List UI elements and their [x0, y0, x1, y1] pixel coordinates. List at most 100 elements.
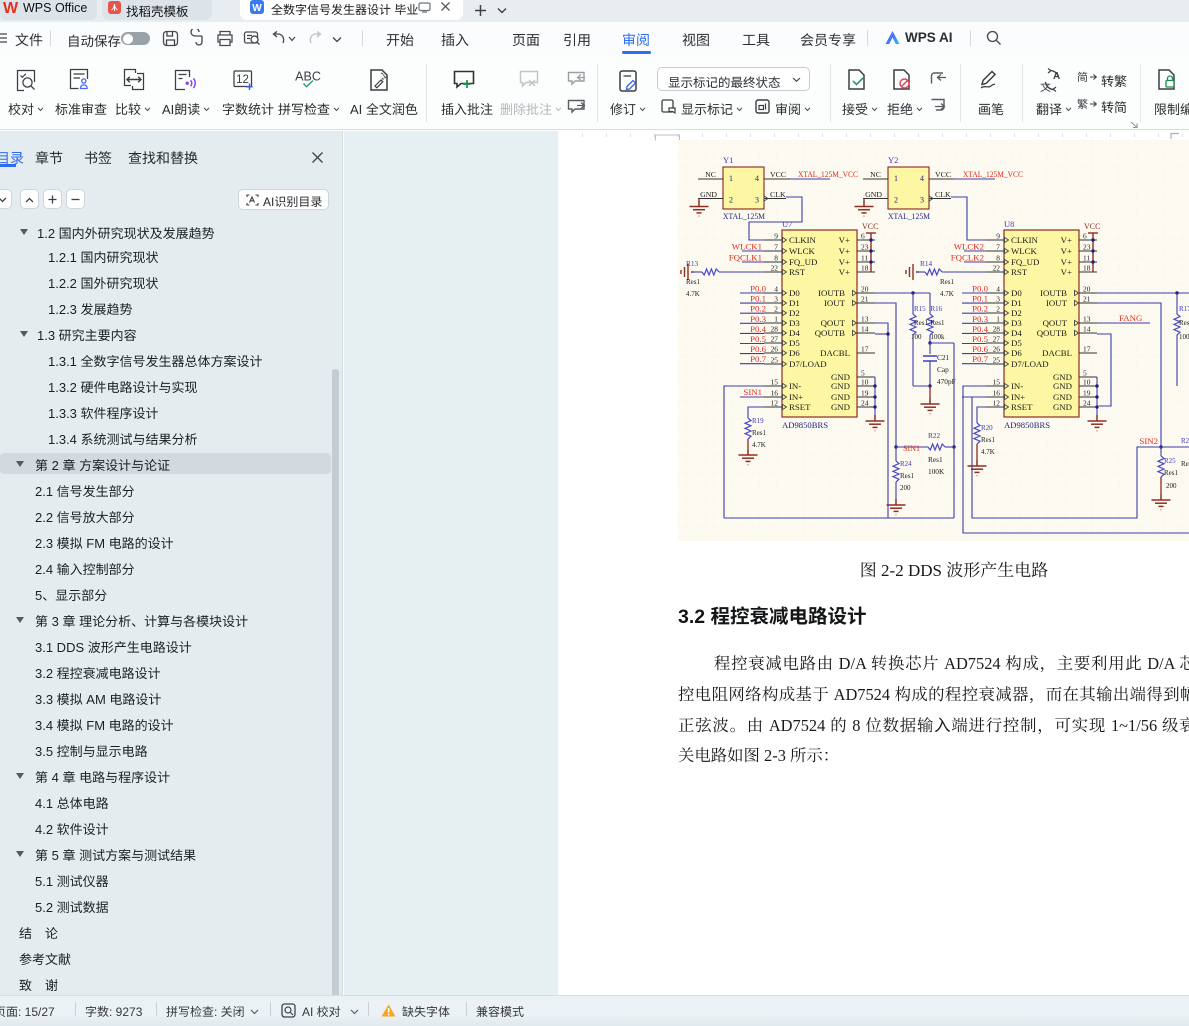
svg-text:VCC: VCC	[935, 170, 951, 179]
svg-text:26: 26	[993, 345, 1001, 354]
svg-text:IOUTB: IOUTB	[818, 288, 845, 298]
svg-text:Y1: Y1	[723, 155, 733, 165]
svg-text:SIN1: SIN1	[903, 444, 920, 453]
svg-text:RSET: RSET	[1011, 402, 1033, 412]
svg-text:繁: 繁	[1077, 97, 1088, 111]
svg-text:IN-: IN-	[789, 381, 801, 391]
svg-text:P0.2: P0.2	[750, 304, 766, 314]
svg-text:VCC: VCC	[1084, 222, 1100, 231]
svg-text:24: 24	[1083, 399, 1091, 408]
svg-text:IOUT: IOUT	[824, 298, 846, 308]
svg-text:19: 19	[1083, 389, 1091, 398]
svg-text:21: 21	[1083, 295, 1091, 304]
svg-text:22: 22	[771, 264, 779, 273]
svg-text:R25: R25	[1164, 457, 1176, 465]
svg-text:D3: D3	[1011, 318, 1022, 328]
svg-text:P0.4: P0.4	[972, 324, 988, 334]
svg-text:Res1: Res1	[940, 278, 955, 286]
svg-text:100K: 100K	[928, 467, 945, 476]
svg-text:20: 20	[1083, 285, 1091, 294]
svg-text:200: 200	[1166, 482, 1177, 490]
svg-text:QOUT: QOUT	[1043, 318, 1068, 328]
svg-text:11: 11	[861, 254, 868, 263]
svg-text:WLCK: WLCK	[1011, 246, 1038, 256]
svg-text:P0.5: P0.5	[972, 334, 988, 344]
svg-text:R17: R17	[1179, 305, 1189, 313]
svg-text:GND: GND	[1053, 402, 1072, 412]
svg-text:Cap: Cap	[937, 365, 949, 374]
svg-text:P0.0: P0.0	[972, 284, 988, 294]
svg-text:12: 12	[771, 399, 779, 408]
svg-text:R19: R19	[752, 417, 764, 425]
svg-text:IN+: IN+	[1011, 392, 1025, 402]
svg-text:470pF: 470pF	[937, 377, 956, 386]
svg-text:R24: R24	[900, 460, 912, 468]
svg-text:25: 25	[993, 356, 1001, 365]
svg-text:P0.7: P0.7	[972, 354, 988, 364]
svg-text:IOUT: IOUT	[1046, 298, 1068, 308]
svg-text:7: 7	[774, 243, 778, 252]
svg-text:QOUTB: QOUTB	[815, 328, 845, 338]
svg-text:21: 21	[861, 295, 869, 304]
svg-text:5: 5	[861, 369, 865, 378]
svg-text:Res1: Res1	[752, 429, 767, 437]
svg-text:D2: D2	[1011, 308, 1022, 318]
svg-text:12: 12	[993, 399, 1001, 408]
svg-text:Res1: Res1	[928, 455, 943, 464]
svg-text:13: 13	[1083, 315, 1091, 324]
svg-text:GND: GND	[831, 402, 850, 412]
svg-text:GND: GND	[831, 392, 850, 402]
svg-text:Res1: Res1	[931, 319, 946, 327]
svg-text:A: A	[1053, 71, 1060, 82]
svg-text:D3: D3	[789, 318, 800, 328]
svg-text:4: 4	[774, 285, 778, 294]
svg-text:AD9850BRS: AD9850BRS	[1004, 421, 1050, 430]
svg-text:9: 9	[774, 232, 778, 241]
svg-text:D5: D5	[1011, 338, 1022, 348]
svg-text:R23: R23	[1181, 437, 1189, 445]
svg-text:P0.5: P0.5	[750, 334, 766, 344]
svg-text:XTAL_125M_VCC: XTAL_125M_VCC	[963, 169, 1023, 179]
svg-text:6: 6	[861, 232, 865, 241]
svg-text:D7/LOAD: D7/LOAD	[789, 359, 827, 369]
svg-text:4.7K: 4.7K	[686, 290, 700, 298]
svg-text:Res1: Res1	[914, 319, 929, 327]
svg-text:V+: V+	[1061, 257, 1072, 267]
svg-text:15: 15	[993, 378, 1001, 387]
svg-text:Res1: Res1	[1164, 469, 1179, 477]
svg-text:100: 100	[1179, 333, 1189, 341]
svg-text:P0.4: P0.4	[750, 324, 766, 334]
svg-text:10: 10	[1083, 378, 1091, 387]
svg-text:3: 3	[996, 295, 1000, 304]
svg-text:100: 100	[911, 333, 922, 341]
svg-text:R16: R16	[931, 305, 943, 313]
svg-text:2: 2	[996, 305, 1000, 314]
svg-text:QOUTB: QOUTB	[1037, 328, 1067, 338]
svg-text:IN+: IN+	[789, 392, 803, 402]
svg-text:4.7K: 4.7K	[981, 448, 995, 456]
svg-text:Res1: Res1	[1179, 319, 1189, 327]
svg-text:CLK: CLK	[935, 190, 951, 199]
svg-text:RST: RST	[1011, 267, 1028, 277]
svg-text:14: 14	[861, 325, 869, 334]
svg-text:4: 4	[755, 174, 759, 183]
svg-text:简: 简	[1077, 70, 1088, 84]
svg-text:D5: D5	[789, 338, 800, 348]
svg-text:4.7K: 4.7K	[940, 290, 954, 298]
svg-text:25: 25	[771, 356, 779, 365]
svg-text:RST: RST	[789, 267, 806, 277]
svg-text:2: 2	[729, 196, 733, 205]
svg-text:5: 5	[1083, 369, 1087, 378]
svg-text:XTAL_125M_VCC: XTAL_125M_VCC	[798, 169, 858, 179]
svg-text:WLCK1: WLCK1	[732, 242, 762, 252]
svg-text:DACBL: DACBL	[1042, 348, 1072, 358]
svg-text:P0.6: P0.6	[972, 344, 988, 354]
svg-text:V+: V+	[1061, 235, 1072, 245]
svg-text:P0.3: P0.3	[750, 314, 766, 324]
svg-text:CLK: CLK	[770, 190, 786, 199]
svg-text:18: 18	[861, 264, 869, 273]
svg-text:IN-: IN-	[1011, 381, 1023, 391]
svg-text:DACBL: DACBL	[820, 348, 850, 358]
svg-text:D4: D4	[1011, 328, 1022, 338]
svg-text:6: 6	[1083, 232, 1087, 241]
